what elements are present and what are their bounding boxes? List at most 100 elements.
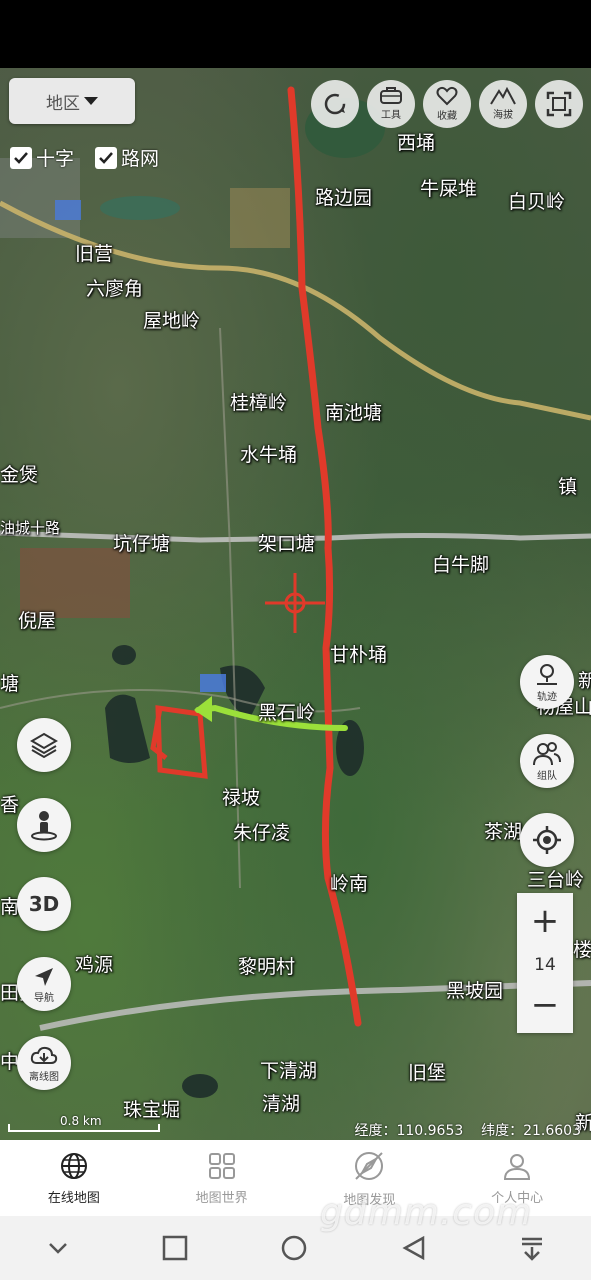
place-label: 南池塘 — [325, 402, 383, 424]
place-label: 白贝岭 — [508, 191, 566, 213]
checkbox-checked-icon — [10, 146, 32, 169]
layers-button[interactable] — [17, 718, 71, 772]
place-label: 白牛脚 — [432, 554, 490, 576]
area-outline — [150, 705, 208, 779]
toolbox-icon — [380, 87, 402, 104]
place-label: 楼 — [573, 939, 591, 961]
place-label: 六廖角 — [86, 278, 144, 300]
place-label: 鸡源 — [75, 954, 114, 976]
back-triangle-icon[interactable] — [401, 1235, 427, 1261]
place-label: 岭南 — [330, 873, 369, 895]
coordinates-readout: 经度：110.9653 纬度：21.6603 — [354, 1120, 581, 1140]
place-label: 黑坡园 — [446, 980, 504, 1002]
place-label: 新 — [578, 670, 591, 692]
place-label: 镇 — [558, 476, 578, 498]
place-label: 倪屋 — [18, 610, 57, 632]
place-label: 坑仔塘 — [113, 533, 171, 555]
tools-label: 工具 — [381, 110, 401, 121]
team-label: 组队 — [537, 770, 557, 782]
street-view-button[interactable] — [17, 798, 71, 852]
elevation-button[interactable]: 海拔 — [479, 80, 527, 128]
place-label: 三台岭 — [527, 869, 585, 891]
zoom-control: + 14 − — [517, 893, 573, 1033]
refresh-button[interactable] — [311, 80, 359, 128]
place-label: 水牛埇 — [240, 444, 298, 466]
offline-map-icon — [30, 1046, 58, 1064]
globe-icon — [60, 1152, 87, 1179]
place-label: 香 — [0, 794, 20, 816]
place-label: 西埇 — [397, 132, 436, 154]
zoom-out-button[interactable]: − — [517, 985, 573, 1025]
fullscreen-button[interactable] — [535, 80, 583, 128]
locate-button[interactable] — [520, 813, 574, 867]
crosshair-layer-checkbox[interactable]: 十字 — [10, 144, 74, 171]
road-layer-checkbox[interactable]: 路网 — [95, 144, 159, 171]
track-label: 轨迹 — [537, 691, 557, 703]
navigation-icon — [35, 967, 53, 986]
favorites-button[interactable]: 收藏 — [423, 80, 471, 128]
place-label: 塘 — [0, 673, 20, 695]
tools-button[interactable]: 工具 — [367, 80, 415, 128]
compass-icon — [355, 1151, 384, 1180]
place-label: 旧营 — [75, 243, 114, 265]
zoom-in-button[interactable]: + — [517, 901, 573, 941]
scale-bar: 0.8 km — [8, 1114, 160, 1134]
fullscreen-icon — [546, 91, 572, 117]
place-label: 黎明村 — [238, 956, 296, 978]
tab-map-world[interactable]: 地图世界 — [148, 1140, 296, 1216]
offline-map-button[interactable]: 离线图 — [17, 1036, 71, 1090]
chevron-down-icon[interactable] — [46, 1236, 70, 1260]
grid-icon — [208, 1152, 235, 1179]
latitude-value: 21.6603 — [523, 1123, 581, 1139]
street-view-icon — [31, 811, 57, 841]
track-button[interactable]: 轨迹 — [520, 655, 574, 709]
place-label: 清湖 — [262, 1093, 301, 1115]
place-label: 旧堡 — [408, 1062, 447, 1084]
navigation-button[interactable]: 导航 — [17, 957, 71, 1011]
notification-pull-icon[interactable] — [519, 1235, 545, 1261]
team-button[interactable]: 组队 — [520, 734, 574, 788]
satellite-map[interactable]: 西埇 路边园 牛屎堆 白贝岭 旧营 六廖角 屋地岭 桂樟岭 南池塘 水牛埇 金煲… — [0, 68, 591, 1140]
region-label: 地区 — [46, 93, 80, 114]
place-label: 朱仔凌 — [233, 822, 291, 844]
caret-down-icon — [84, 97, 98, 105]
refresh-icon — [324, 93, 346, 115]
status-bar — [0, 0, 591, 68]
place-label: 下清湖 — [260, 1060, 318, 1082]
place-label: 架口塘 — [258, 533, 316, 555]
tab-label: 地图世界 — [195, 1190, 248, 1206]
longitude-value: 110.9653 — [396, 1123, 464, 1139]
place-label: 禄坡 — [222, 787, 261, 809]
arrow-head — [194, 696, 212, 722]
elevation-label: 海拔 — [493, 110, 513, 121]
place-label: 金煲 — [0, 464, 39, 486]
checkbox-label: 十字 — [36, 148, 75, 170]
place-label: 屋地岭 — [143, 310, 201, 332]
recents-square-icon[interactable] — [162, 1235, 188, 1261]
checkbox-label: 路网 — [121, 148, 160, 170]
place-label: 牛屎堆 — [420, 178, 478, 200]
place-label: 黑石岭 — [258, 702, 316, 724]
mountain-icon — [490, 87, 516, 105]
place-label: 茶湖 — [484, 821, 523, 843]
locate-icon — [533, 826, 561, 854]
track-icon — [537, 663, 557, 685]
longitude-label: 经度： — [354, 1123, 397, 1139]
place-label: 油城十路 — [0, 519, 61, 537]
crosshair-marker — [265, 573, 325, 633]
place-label: 桂樟岭 — [230, 392, 288, 414]
latitude-label: 纬度： — [481, 1123, 524, 1139]
place-label: 甘朴埇 — [330, 644, 388, 666]
favorites-label: 收藏 — [437, 111, 457, 122]
watermark-text: gdmm.com — [320, 1192, 533, 1233]
checkbox-checked-icon — [95, 146, 117, 169]
region-dropdown[interactable]: 地区 — [9, 78, 135, 124]
home-circle-icon[interactable] — [280, 1234, 308, 1262]
tab-online-map[interactable]: 在线地图 — [0, 1140, 148, 1216]
tab-label: 在线地图 — [47, 1190, 100, 1206]
3d-icon: 3D — [28, 892, 60, 916]
layers-icon — [30, 732, 58, 759]
offline-map-label: 离线图 — [29, 1071, 59, 1083]
3d-button[interactable]: 3D — [17, 877, 71, 931]
scale-label: 0.8 km — [60, 1114, 102, 1128]
